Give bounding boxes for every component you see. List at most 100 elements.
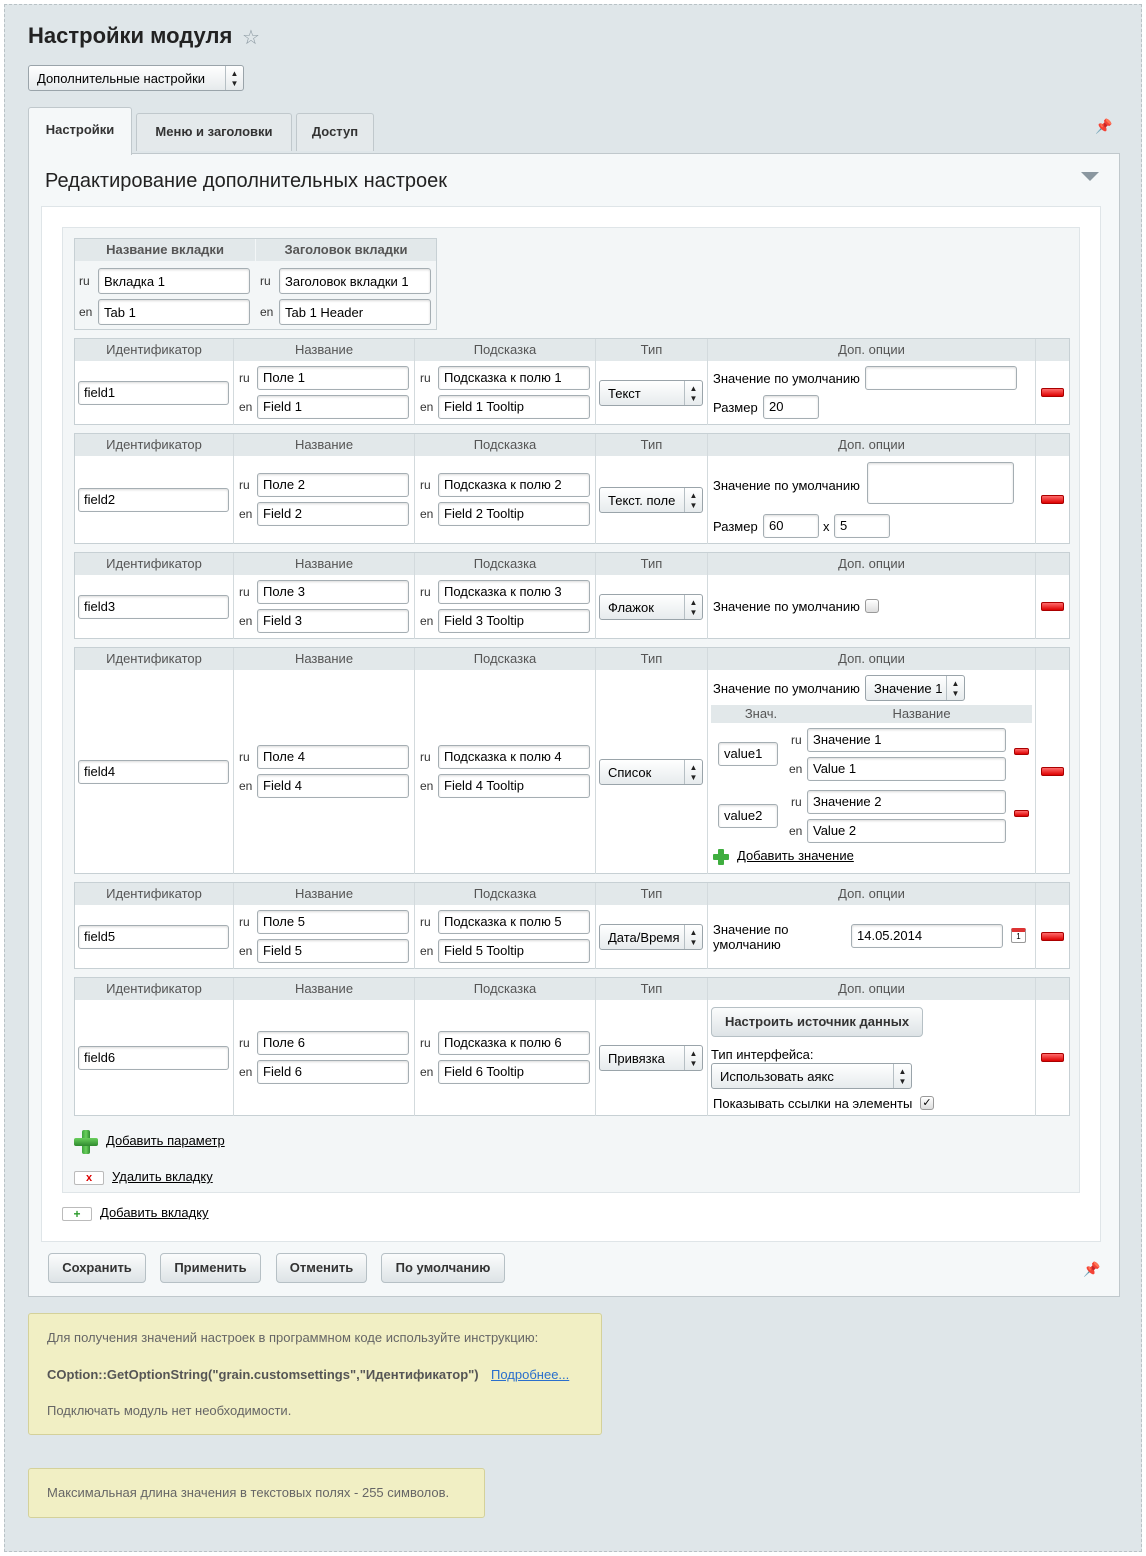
list-value-ru-input[interactable]: Значение 2 <box>807 790 1006 814</box>
tab-name-en-input[interactable]: Tab 1 <box>98 299 250 325</box>
delete-field-icon[interactable] <box>1041 932 1064 941</box>
field2-default-textarea[interactable] <box>867 462 1014 504</box>
tab-name-ru-input[interactable]: Вкладка 1 <box>98 268 250 294</box>
lang-ru-label: ru <box>420 750 431 764</box>
field-name-en-input[interactable]: Field 2 <box>257 502 409 526</box>
tab-header-en-input[interactable]: Tab 1 Header <box>279 299 431 325</box>
field-name-ru-input[interactable]: Поле 2 <box>257 473 409 497</box>
collapse-arrow-icon[interactable] <box>1081 172 1099 181</box>
field-hint-en-input[interactable]: Field 2 Tooltip <box>438 502 590 526</box>
field-hint-ru-input[interactable]: Подсказка к полю 3 <box>438 580 590 604</box>
tab-settings[interactable]: Настройки <box>28 107 132 155</box>
delete-field-icon[interactable] <box>1041 495 1064 504</box>
field1-default-input[interactable] <box>865 366 1017 390</box>
cancel-button[interactable]: Отменить <box>276 1253 367 1283</box>
lang-en-label: en <box>239 614 253 628</box>
field-type-select[interactable]: Дата/Время ▲ ▼ <box>599 924 703 950</box>
lang-ru-label: ru <box>79 274 90 288</box>
field-name-en-input[interactable]: Field 4 <box>257 774 409 798</box>
save-button[interactable]: Сохранить <box>48 1253 146 1283</box>
field-id-input[interactable]: field3 <box>78 595 229 619</box>
field-name-en-input[interactable]: Field 3 <box>257 609 409 633</box>
list-value-input[interactable]: value2 <box>718 804 778 828</box>
column-divider <box>707 339 708 425</box>
delete-field-icon[interactable] <box>1041 1053 1064 1062</box>
field-id-input[interactable]: field4 <box>78 760 229 784</box>
field-id-input[interactable]: field1 <box>78 381 229 405</box>
module-settings-select[interactable]: Дополнительные настройки ▲ ▼ <box>28 65 244 91</box>
list-value-ru-input[interactable]: Значение 1 <box>807 728 1006 752</box>
field-hint-en-input[interactable]: Field 6 Tooltip <box>438 1060 590 1084</box>
pin-icon[interactable]: 📌 <box>1083 1261 1100 1278</box>
add-param-plus-icon[interactable] <box>74 1130 98 1154</box>
add-param-link[interactable]: Добавить параметр <box>106 1133 225 1148</box>
field-type-select[interactable]: Флажок ▲ ▼ <box>599 594 703 620</box>
delete-field-icon[interactable] <box>1041 602 1064 611</box>
field-hint-en-input[interactable]: Field 5 Tooltip <box>438 939 590 963</box>
field-id-input[interactable]: field6 <box>78 1046 229 1070</box>
configure-data-source-button[interactable]: Настроить источник данных <box>711 1007 923 1037</box>
field-name-en-input[interactable]: Field 5 <box>257 939 409 963</box>
list-value-input[interactable]: value1 <box>718 742 778 766</box>
delete-tab-icon[interactable]: x <box>74 1171 104 1185</box>
column-divider <box>414 648 415 874</box>
default-button[interactable]: По умолчанию <box>381 1253 505 1283</box>
lang-ru-label: ru <box>420 371 431 385</box>
field-type-select[interactable]: Привязка ▲ ▼ <box>599 1045 703 1071</box>
field-hint-ru-input[interactable]: Подсказка к полю 2 <box>438 473 590 497</box>
add-value-plus-icon[interactable] <box>713 849 729 865</box>
field-hint-en-input[interactable]: Field 3 Tooltip <box>438 609 590 633</box>
field-hint-ru-input[interactable]: Подсказка к полю 5 <box>438 910 590 934</box>
delete-field-icon[interactable] <box>1041 388 1064 397</box>
field2-size-height-input[interactable]: 5 <box>834 514 890 538</box>
maxlen-note: Максимальная длина значения в текстовых … <box>28 1468 485 1518</box>
field5-date-input[interactable]: 14.05.2014 <box>851 924 1003 948</box>
interface-type-select[interactable]: Использовать аякс ▲ ▼ <box>711 1063 912 1089</box>
field-id-input[interactable]: field2 <box>78 488 229 512</box>
delete-field-icon[interactable] <box>1041 767 1064 776</box>
field-hint-ru-input[interactable]: Подсказка к полю 6 <box>438 1031 590 1055</box>
calendar-icon[interactable]: 1 <box>1011 928 1026 943</box>
field-hint-en-input[interactable]: Field 1 Tooltip <box>438 395 590 419</box>
add-value-link[interactable]: Добавить значение <box>737 848 854 863</box>
list-value-en-input[interactable]: Value 1 <box>807 757 1006 781</box>
list-value-en-input[interactable]: Value 2 <box>807 819 1006 843</box>
pin-icon[interactable]: 📌 <box>1095 118 1112 135</box>
add-tab-link[interactable]: Добавить вкладку <box>100 1205 209 1220</box>
field1-size-input[interactable]: 20 <box>763 395 819 419</box>
field-hint-en-input[interactable]: Field 4 Tooltip <box>438 774 590 798</box>
show-links-checkbox[interactable]: ✓ <box>920 1096 934 1110</box>
lang-en-label: en <box>239 400 253 414</box>
tab-access[interactable]: Доступ <box>296 113 374 151</box>
delete-value-icon[interactable] <box>1014 748 1029 755</box>
field-hint-ru-input[interactable]: Подсказка к полю 4 <box>438 745 590 769</box>
col-header-hint: Подсказка <box>415 978 595 1000</box>
delete-value-icon[interactable] <box>1014 810 1029 817</box>
tab-menu-headers[interactable]: Меню и заголовки <box>136 113 292 151</box>
field3-default-checkbox[interactable] <box>865 599 879 613</box>
field-name-en-input[interactable]: Field 6 <box>257 1060 409 1084</box>
add-tab-icon[interactable]: + <box>62 1207 92 1221</box>
col-header-name: Название <box>234 434 414 456</box>
apply-button[interactable]: Применить <box>160 1253 261 1283</box>
lang-ru-label: ru <box>791 795 802 809</box>
field-name-en-input[interactable]: Field 1 <box>257 395 409 419</box>
field-type-select[interactable]: Список ▲ ▼ <box>599 759 703 785</box>
field-name-ru-input[interactable]: Поле 1 <box>257 366 409 390</box>
more-link[interactable]: Подробнее... <box>491 1367 569 1382</box>
field-type-select[interactable]: Текст ▲ ▼ <box>599 380 703 406</box>
field-id-input[interactable]: field5 <box>78 925 229 949</box>
favorite-star-icon[interactable]: ☆ <box>242 25 260 50</box>
field-name-ru-input[interactable]: Поле 6 <box>257 1031 409 1055</box>
field-name-ru-input[interactable]: Поле 5 <box>257 910 409 934</box>
field2-size-width-input[interactable]: 60 <box>763 514 819 538</box>
info-line-3: Подключать модуль нет необходимости. <box>47 1403 292 1418</box>
field-hint-ru-input[interactable]: Подсказка к полю 1 <box>438 366 590 390</box>
field-type-select[interactable]: Текст. поле ▲ ▼ <box>599 487 703 513</box>
tab-header-ru-input[interactable]: Заголовок вкладки 1 <box>279 268 431 294</box>
col-header-type: Тип <box>596 883 707 905</box>
field4-default-select[interactable]: Значение 1 ▲ ▼ <box>865 675 965 701</box>
field-name-ru-input[interactable]: Поле 4 <box>257 745 409 769</box>
field-name-ru-input[interactable]: Поле 3 <box>257 580 409 604</box>
delete-tab-link[interactable]: Удалить вкладку <box>112 1169 213 1184</box>
